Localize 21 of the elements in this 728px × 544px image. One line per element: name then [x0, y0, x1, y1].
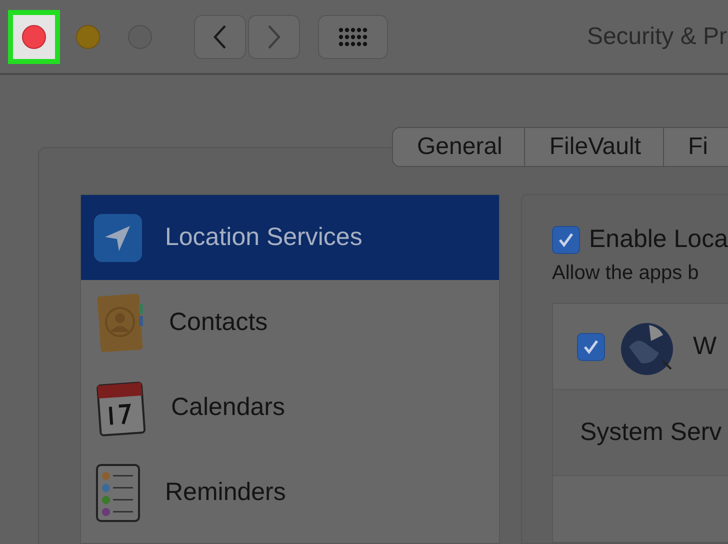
grid-button[interactable]: [318, 14, 388, 58]
forward-button[interactable]: [248, 14, 300, 58]
close-button[interactable]: [22, 24, 46, 48]
window-title: Security & Pr: [586, 22, 727, 50]
tab[interactable]: FileVault: [525, 127, 664, 167]
sidebar-item[interactable]: Contacts: [81, 280, 499, 365]
tab[interactable]: Fi: [664, 127, 728, 167]
description-text: Allow the apps b: [552, 262, 700, 285]
back-icon: [213, 24, 227, 50]
sidebar-item[interactable]: Location Services: [81, 195, 499, 280]
sidebar-item[interactable]: Reminders: [81, 450, 499, 535]
grid-icon: [338, 26, 368, 46]
checkbox[interactable]: [576, 332, 605, 360]
checkbox[interactable]: [552, 226, 580, 254]
sidebar-item[interactable]: Calendars: [81, 365, 499, 450]
tab[interactable]: General: [392, 127, 526, 167]
reminders-list-icon: [93, 462, 143, 524]
forward-icon: [267, 24, 281, 50]
checkbox-label: Enable Loca: [588, 225, 728, 254]
back-button[interactable]: [194, 14, 246, 58]
group-row: System Serv: [552, 390, 728, 476]
